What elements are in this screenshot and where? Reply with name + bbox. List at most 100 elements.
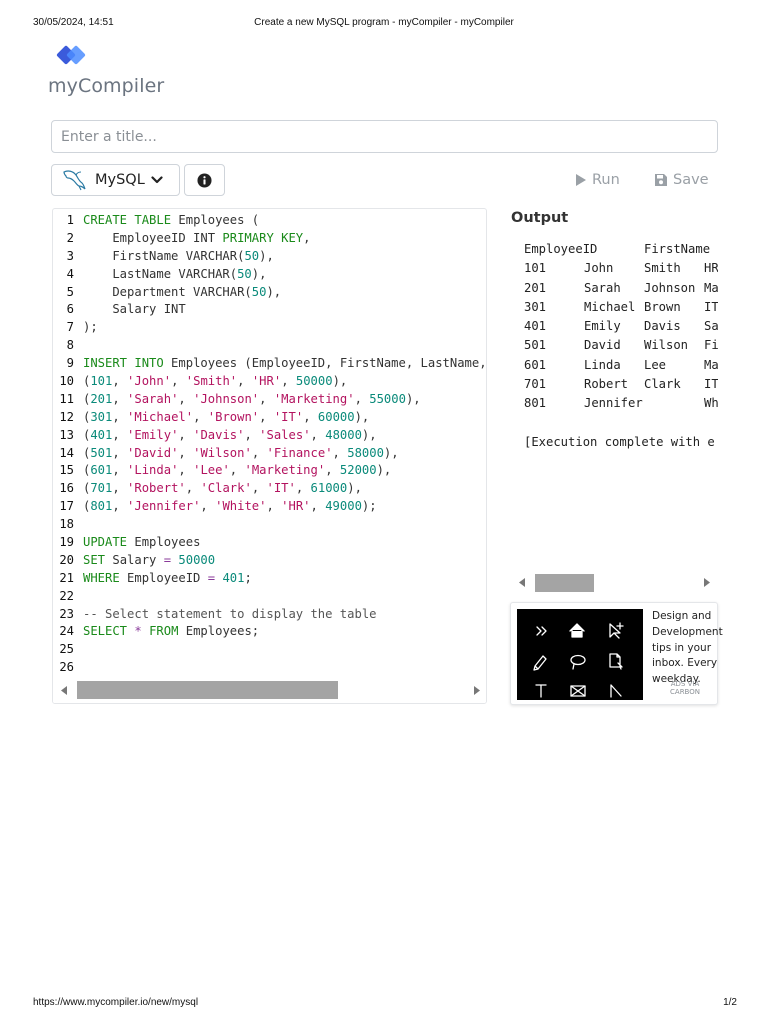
code-text[interactable]: (501, 'David', 'Wilson', 'Finance', 5800… [83, 445, 399, 463]
code-token: , [325, 463, 340, 478]
code-text[interactable]: WHERE EmployeeID = 401; [83, 570, 252, 588]
code-token: , [185, 481, 201, 496]
code-text[interactable]: (601, 'Linda', 'Lee', 'Marketing', 52000… [83, 462, 391, 480]
code-line[interactable]: 21 WHERE EmployeeID = 401; [53, 570, 486, 588]
code-line[interactable]: 13 (401, 'Emily', 'Davis', 'Sales', 48000… [53, 427, 486, 445]
code-line[interactable]: 23 -- Select statement to display the tab… [53, 606, 486, 624]
print-page-number: 1/2 [723, 997, 737, 1008]
code-text[interactable]: EmployeeID INT PRIMARY KEY, [83, 230, 310, 248]
code-token: , [178, 427, 194, 442]
code-token: 'Wilson' [193, 445, 252, 460]
line-number: 4 [66, 266, 74, 281]
info-button[interactable] [184, 164, 225, 196]
code-line[interactable]: 5 Department VARCHAR(50), [53, 284, 486, 302]
editor-scrollbar-thumb[interactable] [77, 681, 338, 699]
language-select-button[interactable]: MySQL [51, 164, 180, 196]
output-cell: IT [704, 299, 718, 314]
ad-text[interactable]: Design and Development tips in your inbo… [652, 609, 723, 688]
code-line[interactable]: 16 (701, 'Robert', 'Clark', 'IT', 61000), [53, 480, 486, 498]
code-line[interactable]: 17 (801, 'Jennifer', 'White', 'HR', 49000… [53, 498, 486, 516]
code-token: Employees (EmployeeID, FirstName, LastNa… [163, 356, 487, 371]
output-cell: Wh [704, 396, 718, 411]
ad-image[interactable] [517, 609, 643, 700]
save-button[interactable]: Save [654, 170, 709, 190]
code-line[interactable]: 25 [53, 641, 486, 659]
output-cell: Brown [644, 299, 681, 314]
code-line[interactable]: 6 Salary INT [53, 301, 486, 319]
code-text[interactable]: Salary INT [83, 301, 185, 319]
code-line[interactable]: 2 EmployeeID INT PRIMARY KEY, [53, 230, 486, 248]
code-line[interactable]: 18 [53, 516, 486, 534]
logo[interactable]: myCompiler [48, 44, 168, 100]
output-cell: Clark [644, 377, 681, 392]
title-input[interactable] [51, 120, 718, 153]
ads-via-carbon-label[interactable]: ADS VIA CARBON [659, 680, 711, 696]
output-cell: Emily [584, 319, 621, 334]
code-token: 'Smith' [185, 374, 238, 389]
line-number: 11 [59, 391, 74, 406]
code-text[interactable]: (101, 'John', 'Smith', 'HR', 50000), [83, 373, 347, 391]
carbon-ad[interactable]: Design and Development tips in your inbo… [510, 602, 723, 705]
code-text[interactable]: (301, 'Michael', 'Brown', 'IT', 60000), [83, 409, 369, 427]
code-token: ), [251, 266, 267, 281]
code-token: 401 [222, 570, 245, 585]
scroll-right-arrow-icon[interactable] [473, 686, 480, 695]
code-token: 55000 [369, 391, 406, 406]
code-text[interactable]: (201, 'Sarah', 'Johnson', 'Marketing', 5… [83, 391, 421, 409]
scroll-left-arrow-icon[interactable] [519, 578, 526, 587]
code-token: * [134, 624, 142, 639]
code-token: , [178, 445, 194, 460]
code-line[interactable]: 8 [53, 337, 486, 355]
code-line[interactable]: 15 (601, 'Linda', 'Lee', 'Marketing', 520… [53, 462, 486, 480]
code-text[interactable]: (801, 'Jennifer', 'White', 'HR', 49000); [83, 498, 377, 516]
code-token: 701 [90, 481, 113, 496]
code-line[interactable]: 24 SELECT * FROM Employees; [53, 623, 486, 641]
output-cell: Robert [584, 377, 629, 392]
code-text[interactable]: INSERT INTO Employees (EmployeeID, First… [83, 355, 487, 373]
output-panel: EmployeeID FirstName 101 John Smith HR 201 Sa… [511, 240, 718, 570]
code-line[interactable]: 20 SET Salary = 50000 [53, 552, 486, 570]
code-line[interactable]: 9 INSERT INTO Employees (EmployeeID, Firs… [53, 355, 487, 373]
code-line[interactable]: 7); [53, 319, 486, 337]
code-text[interactable]: SELECT * FROM Employees; [83, 623, 259, 641]
code-token: 401 [90, 427, 113, 442]
code-text[interactable]: FirstName VARCHAR(50), [83, 248, 273, 266]
output-cell: Smith [644, 261, 681, 276]
code-line[interactable]: 11 (201, 'Sarah', 'Johnson', 'Marketing',… [53, 391, 486, 409]
code-text[interactable]: (701, 'Robert', 'Clark', 'IT', 61000), [83, 480, 362, 498]
code-text[interactable]: CREATE TABLE Employees ( [83, 212, 259, 230]
scroll-right-arrow-icon[interactable] [703, 578, 710, 587]
line-number: 6 [66, 302, 74, 317]
code-text[interactable]: (401, 'Emily', 'Davis', 'Sales', 48000), [83, 427, 377, 445]
line-number: 13 [59, 427, 74, 442]
code-text[interactable]: ); [83, 319, 98, 337]
code-lines[interactable]: 1 CREATE TABLE Employees (2 EmployeeID IN… [53, 212, 487, 677]
output-horizontal-scrollbar[interactable] [511, 573, 718, 593]
code-token: , [200, 499, 216, 514]
code-line[interactable]: 4 LastName VARCHAR(50), [53, 266, 486, 284]
code-text[interactable]: LastName VARCHAR(50), [83, 266, 266, 284]
code-text[interactable]: UPDATE Employees [83, 534, 200, 552]
line-number: 19 [59, 535, 74, 550]
code-token: , [178, 463, 194, 478]
code-line[interactable]: 12 (301, 'Michael', 'Brown', 'IT', 60000)… [53, 409, 486, 427]
code-line[interactable]: 19 UPDATE Employees [53, 534, 486, 552]
code-line[interactable]: 26 [53, 659, 486, 677]
code-line[interactable]: 10 (101, 'John', 'Smith', 'HR', 50000), [53, 373, 486, 391]
scroll-left-arrow-icon[interactable] [61, 686, 68, 695]
code-line[interactable]: 14 (501, 'David', 'Wilson', 'Finance', 58… [53, 445, 486, 463]
code-text[interactable]: Department VARCHAR(50), [83, 284, 281, 302]
code-line[interactable]: 3 FirstName VARCHAR(50), [53, 248, 486, 266]
output-cell: 201 [524, 280, 547, 295]
code-text[interactable]: SET Salary = 50000 [83, 552, 215, 570]
code-line[interactable]: 22 [53, 588, 486, 606]
code-token: ), [354, 409, 370, 424]
run-button[interactable]: Run [575, 170, 620, 190]
editor-horizontal-scrollbar[interactable] [53, 679, 486, 703]
code-text[interactable]: -- Select statement to display the table [83, 606, 377, 624]
output-cell: Fi [704, 338, 718, 353]
code-editor[interactable]: 1 CREATE TABLE Employees (2 EmployeeID IN… [52, 208, 487, 704]
code-token: , [251, 445, 267, 460]
code-line[interactable]: 1 CREATE TABLE Employees ( [53, 212, 486, 230]
output-scrollbar-thumb[interactable] [535, 574, 594, 592]
